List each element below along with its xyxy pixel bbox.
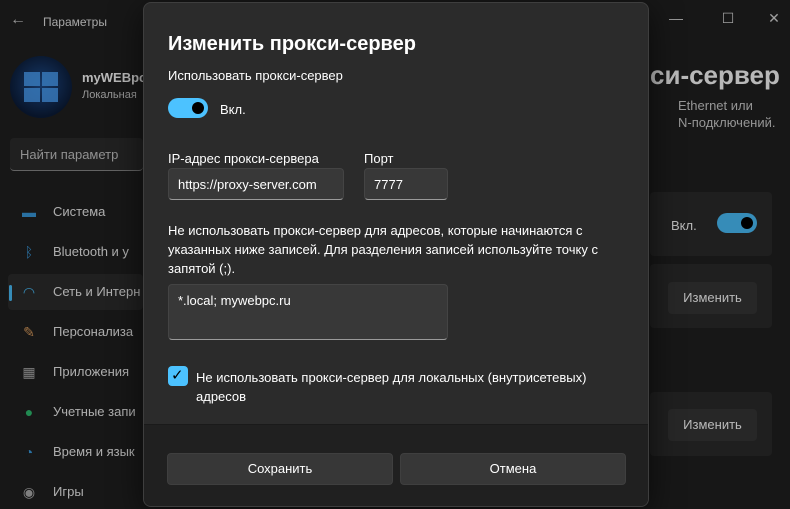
port-input[interactable]: 7777	[364, 168, 448, 200]
save-button[interactable]: Сохранить	[167, 453, 393, 485]
toggle-knob	[192, 102, 204, 114]
local-bypass-label: Не использовать прокси-сервер для локаль…	[196, 370, 587, 404]
port-label: Порт	[364, 151, 394, 166]
local-bypass-checkbox[interactable]: ✓	[168, 366, 188, 386]
port-value: 7777	[374, 177, 403, 192]
dialog-title: Изменить прокси-сервер	[168, 33, 416, 55]
ip-address-value: https://proxy-server.com	[178, 177, 317, 192]
cancel-button[interactable]: Отмена	[400, 453, 626, 485]
exceptions-textarea[interactable]: *.local; mywebpc.ru	[168, 284, 448, 340]
ip-address-label: IP-адрес прокси-сервера	[168, 151, 319, 166]
toggle-state-label: Вкл.	[220, 102, 246, 117]
exceptions-value: *.local; mywebpc.ru	[178, 293, 291, 308]
edit-proxy-dialog: Изменить прокси-сервер Использовать прок…	[143, 2, 649, 507]
checkmark-icon: ✓	[171, 367, 184, 384]
ip-address-input[interactable]: https://proxy-server.com	[168, 168, 344, 200]
use-proxy-label: Использовать прокси-сервер	[168, 68, 343, 83]
use-proxy-toggle[interactable]	[168, 98, 208, 118]
exceptions-description: Не использовать прокси-сервер для адресо…	[168, 223, 598, 276]
dialog-footer: Сохранить Отмена	[144, 424, 648, 506]
